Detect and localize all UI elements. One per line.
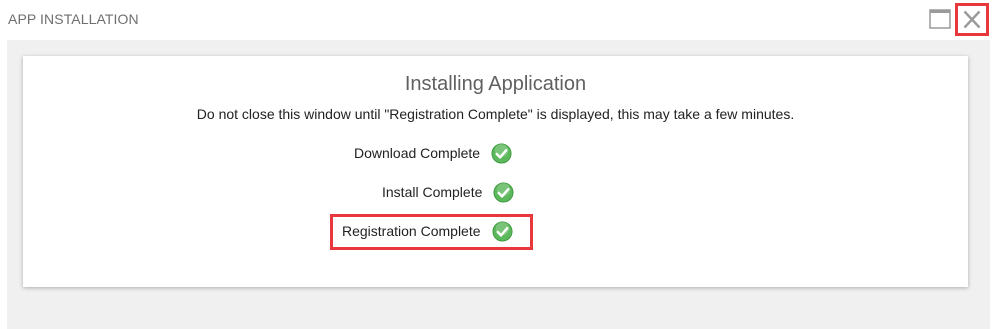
dialog-heading: Installing Application [404,73,587,95]
maximize-button[interactable] [929,9,951,29]
step-label: Install Complete [382,184,483,200]
step-download: Download Complete [354,142,512,164]
check-circle-icon [491,142,512,164]
check-circle-icon [493,181,514,203]
window-title: APP INSTALLATION [8,11,139,27]
step-label: Registration Complete [342,223,481,239]
step-label: Download Complete [354,145,481,161]
title-bar: APP INSTALLATION [0,0,992,40]
close-button[interactable] [955,3,989,36]
dialog-message: Do not close this window until "Registra… [196,106,795,122]
maximize-icon [929,9,951,29]
step-registration: Registration Complete [342,220,513,242]
install-progress-card: Installing Application Do not close this… [23,56,968,287]
check-circle-icon [491,220,513,242]
app-installation-window: APP INSTALLATION Installing Application … [0,0,992,329]
step-install: Install Complete [382,181,514,203]
close-icon [963,10,981,29]
